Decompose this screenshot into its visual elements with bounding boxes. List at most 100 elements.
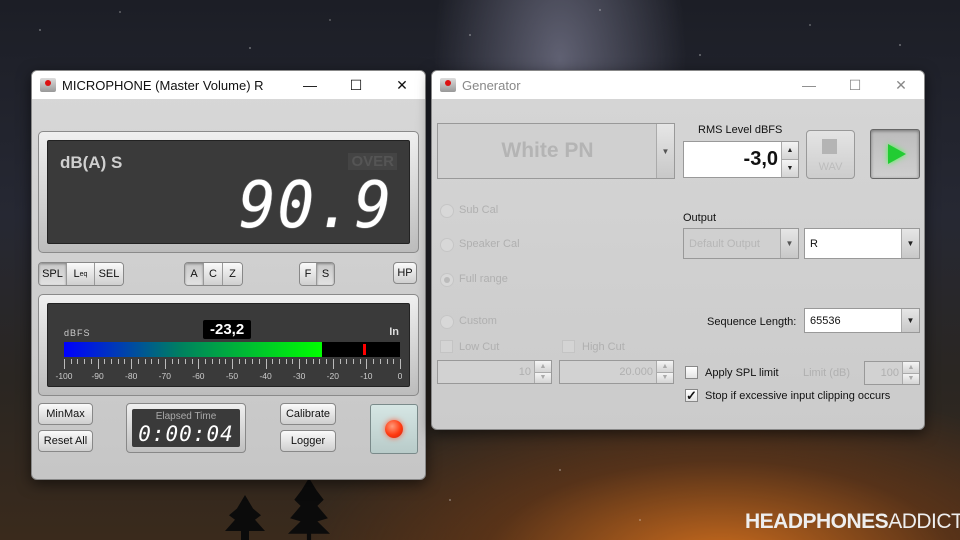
scale-tick	[151, 359, 153, 364]
minmax-button[interactable]: MinMax	[38, 403, 93, 425]
full-range-radio[interactable]	[440, 273, 454, 287]
scale-tick	[171, 359, 173, 364]
play-button[interactable]	[870, 129, 920, 179]
main-display-bezel: dB(A) S OVER 90.9	[38, 131, 419, 253]
signal-type-select[interactable]: White PN ▼	[437, 123, 675, 179]
fast-button[interactable]: F	[300, 263, 317, 285]
increment-icon[interactable]: ▲	[903, 362, 919, 374]
sound-level-meter-window: MICROPHONE (Master Volume) R — ☐ ✕ dB(A)…	[31, 70, 426, 480]
decrement-icon[interactable]: ▼	[782, 160, 798, 177]
high-cut-checkbox[interactable]	[562, 340, 575, 353]
tree-silhouette	[225, 495, 265, 540]
elapsed-time-value: 0:00:04	[138, 422, 234, 446]
scale-tick	[252, 359, 254, 364]
leq-button[interactable]: Leq	[67, 263, 95, 285]
peak-marker	[363, 344, 367, 355]
custom-radio[interactable]	[440, 315, 454, 329]
output-device-select[interactable]: Default Output ▼	[683, 228, 799, 259]
scale-tick	[359, 359, 361, 364]
input-label: In	[389, 326, 399, 338]
decrement-icon[interactable]: ▼	[903, 373, 919, 384]
decrement-icon[interactable]: ▼	[535, 372, 551, 383]
scale-tick	[265, 359, 267, 369]
increment-icon[interactable]: ▲	[782, 142, 798, 160]
maximize-button[interactable]: ☐	[333, 71, 379, 99]
stop-clipping-checkbox[interactable]: ✓	[685, 389, 698, 402]
c-weighting-button[interactable]: C	[204, 263, 223, 285]
sel-button[interactable]: SEL	[95, 263, 123, 285]
window-title: Generator	[462, 77, 521, 93]
close-button[interactable]: ✕	[878, 71, 924, 99]
scale-tick-label: -80	[125, 371, 138, 381]
level-meter-bezel: dBFS -23,2 In -100 -90 -80 -70 -60 -50 -40 -30-…	[38, 294, 419, 396]
scale-tick	[285, 359, 287, 364]
app-icon	[440, 78, 456, 92]
record-indicator-icon	[385, 420, 403, 438]
scale-tick	[400, 359, 401, 369]
dbfs-label: dBFS	[64, 328, 91, 338]
close-button[interactable]: ✕	[379, 71, 425, 99]
wav-file-icon	[822, 139, 837, 154]
wav-button[interactable]: WAV	[806, 130, 855, 179]
scale-tick-label: -50	[225, 371, 239, 381]
record-button[interactable]	[370, 404, 418, 454]
scale-tick	[178, 359, 180, 364]
scale-tick	[299, 359, 301, 369]
high-cut-spinner[interactable]: 20.000 ▲ ▼	[559, 360, 674, 384]
low-cut-checkbox[interactable]	[440, 340, 453, 353]
hp-button[interactable]: HP	[393, 262, 417, 284]
watermark-light: ADDICT	[888, 510, 960, 533]
rms-level-spinner[interactable]: -3,0 ▲ ▼	[683, 141, 799, 178]
a-weighting-button[interactable]: A	[185, 263, 204, 285]
scale-tick	[258, 359, 260, 364]
chevron-down-icon: ▼	[901, 309, 919, 332]
scale-tick-label: -40	[259, 371, 272, 381]
signal-type-value: White PN	[501, 139, 594, 162]
output-channel-select[interactable]: R ▼	[804, 228, 920, 259]
z-weighting-button[interactable]: Z	[223, 263, 242, 285]
scale-tick	[346, 359, 348, 364]
slow-button[interactable]: S	[317, 263, 334, 285]
spl-button[interactable]: SPL	[39, 263, 67, 285]
output-label: Output	[683, 212, 717, 224]
custom-label: Custom	[459, 315, 497, 327]
limit-db-value: 100	[880, 367, 899, 379]
low-cut-spinner[interactable]: 10 ▲ ▼	[437, 360, 552, 384]
minimize-button[interactable]: —	[786, 71, 832, 99]
logger-button[interactable]: Logger	[280, 430, 336, 452]
level-readout: -23,2	[203, 320, 252, 339]
limit-db-label: Limit (dB)	[803, 367, 851, 379]
full-range-label: Full range	[459, 273, 508, 285]
speaker-cal-radio[interactable]	[440, 238, 454, 252]
sub-cal-radio[interactable]	[440, 204, 454, 218]
limit-db-spinner[interactable]: 100 ▲ ▼	[864, 361, 920, 385]
sequence-length-select[interactable]: 65536 ▼	[804, 308, 920, 333]
apply-spl-limit-checkbox[interactable]	[685, 366, 698, 379]
app-icon	[40, 78, 56, 92]
over-indicator: OVER	[348, 153, 397, 170]
calibrate-button[interactable]: Calibrate	[280, 403, 336, 425]
increment-icon[interactable]: ▲	[657, 361, 673, 373]
maximize-button[interactable]: ☐	[832, 71, 878, 99]
stop-clipping-label: Stop if excessive input clipping occurs	[705, 390, 891, 402]
scale-tick	[191, 359, 193, 364]
scale-tick	[352, 359, 354, 364]
increment-icon[interactable]: ▲	[535, 361, 551, 373]
leq-subscript: eq	[79, 270, 88, 278]
minimize-button[interactable]: —	[287, 71, 333, 99]
title-bar[interactable]: Generator — ☐ ✕	[432, 71, 924, 99]
scale-tick	[245, 359, 247, 364]
reset-all-button[interactable]: Reset All	[38, 430, 93, 452]
apply-spl-limit-label: Apply SPL limit	[705, 367, 779, 379]
scale-tick	[164, 359, 166, 369]
level-meter: dBFS -23,2 In -100 -90 -80 -70 -60 -50 -40 -30-…	[47, 303, 410, 387]
scale-tick	[326, 359, 328, 364]
scale-tick	[393, 359, 395, 364]
title-bar[interactable]: MICROPHONE (Master Volume) R — ☐ ✕	[32, 71, 425, 99]
sequence-length-value: 65536	[810, 314, 841, 327]
scale-tick	[184, 359, 186, 364]
decrement-icon[interactable]: ▼	[657, 372, 673, 383]
scale-tick-label: 0	[397, 371, 403, 381]
high-cut-label: High Cut	[582, 341, 625, 353]
scale-tick	[158, 359, 160, 364]
